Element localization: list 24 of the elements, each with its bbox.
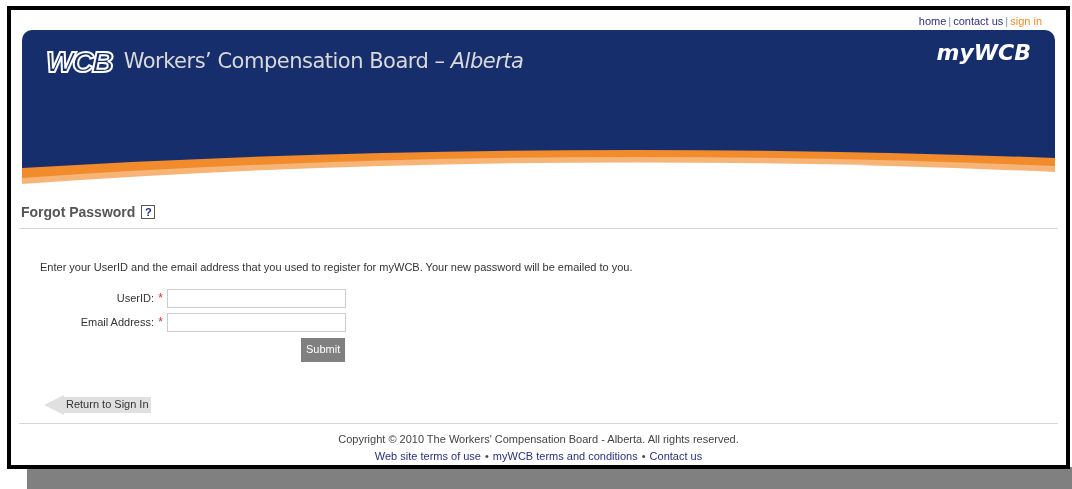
footer-link[interactable]: Web site terms of use — [374, 448, 481, 465]
link-separator: | — [948, 13, 952, 29]
text-field[interactable] — [167, 312, 346, 332]
link-separator: • — [641, 449, 646, 464]
footer-link[interactable]: myWCB terms and conditions — [492, 448, 638, 465]
top-link[interactable]: home — [918, 12, 947, 30]
field-label: UserID: — [115, 290, 154, 306]
link-separator: | — [1005, 13, 1009, 29]
product-name: myWCB — [936, 39, 1031, 67]
footer-link[interactable]: Contact us — [649, 448, 703, 465]
help-icon[interactable]: ? — [141, 205, 156, 219]
instructions: Enter your UserID and the email address that you used to register for myWCB. Your new password will be emailed to you. — [40, 260, 634, 275]
top-link[interactable]: contact us — [953, 12, 1004, 30]
text-field[interactable] — [167, 288, 346, 308]
field-label: Email Address: — [79, 314, 154, 330]
required-mark: * — [157, 290, 164, 307]
submit-button[interactable]: Submit — [301, 337, 346, 362]
logo: WCB — [46, 46, 112, 77]
link-separator: • — [485, 449, 489, 464]
required-mark: * — [157, 314, 164, 331]
back-arrow-icon[interactable] — [44, 394, 64, 415]
copyright-text: Copyright © 2010 The Workers' Compensation Board - Alberta. All rights reserved. — [338, 431, 739, 447]
organization-name: Workers’ Compensation Board – Alberta — [123, 48, 524, 75]
page-title: Forgot Password — [21, 202, 136, 222]
